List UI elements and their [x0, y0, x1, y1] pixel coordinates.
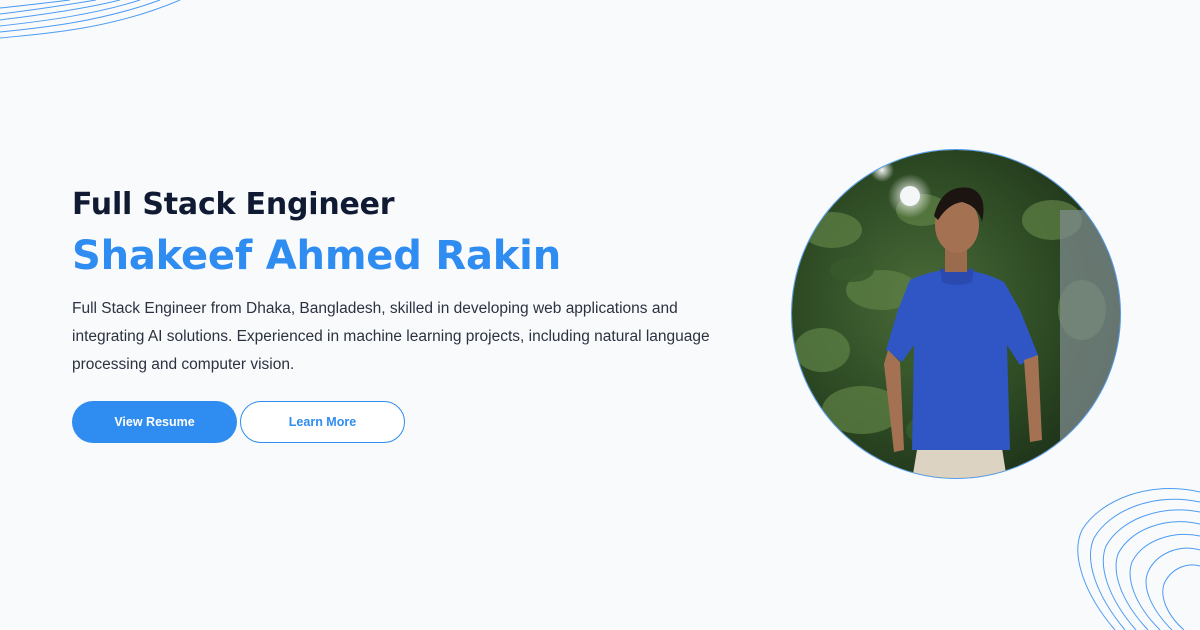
view-resume-button[interactable]: View Resume [72, 401, 237, 443]
hero-text-block: Full Stack Engineer Shakeef Ahmed Rakin … [72, 186, 752, 379]
name-title: Shakeef Ahmed Rakin [72, 233, 561, 279]
bio-description: Full Stack Engineer from Dhaka, Banglade… [72, 300, 710, 373]
role-title: Full Stack Engineer [72, 187, 395, 222]
profile-photo-illustration [792, 150, 1120, 478]
decorative-wave-lines-top-left [0, 0, 181, 39]
profile-photo [791, 149, 1121, 479]
hero-page: Full Stack Engineer Shakeef Ahmed Rakin … [0, 0, 1200, 630]
learn-more-button[interactable]: Learn More [240, 401, 405, 443]
decorative-wave-lines-bottom-right [1077, 488, 1200, 630]
hero-actions: View Resume Learn More [72, 401, 405, 443]
